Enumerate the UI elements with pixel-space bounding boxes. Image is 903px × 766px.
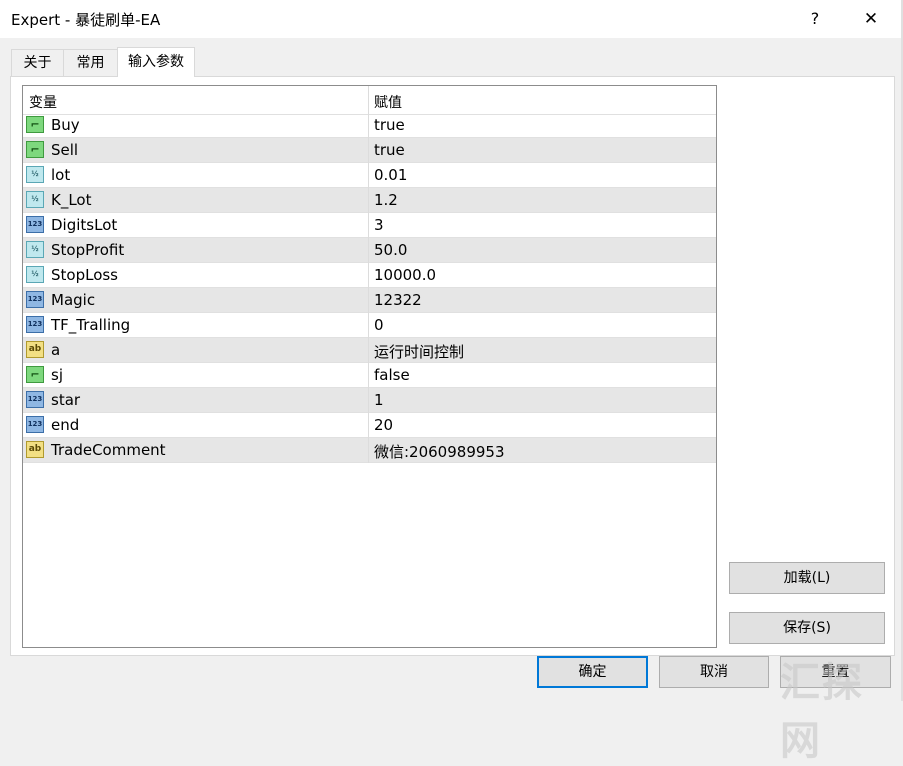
int-icon: 123 [26,391,44,408]
variable-value[interactable]: true [374,116,405,134]
table-row[interactable]: ⌐ Sell true [23,138,716,163]
watermark: 汇探网 [780,660,864,764]
variable-value[interactable]: 3 [374,216,384,234]
variable-value[interactable]: 50.0 [374,241,407,259]
table-row[interactable]: ½ StopProfit 50.0 [23,238,716,263]
table-row[interactable]: 123 DigitsLot 3 [23,213,716,238]
variable-name: StopLoss [51,266,119,284]
variable-value[interactable]: 0.01 [374,166,407,184]
ok-button[interactable]: 确定 [537,656,648,688]
tab-inputs[interactable]: 输入参数 [117,47,195,77]
double-icon: ½ [26,241,44,258]
variable-value[interactable]: 1 [374,391,384,409]
table-row[interactable]: ab a 运行时间控制 [23,338,716,363]
inputs-grid: 变量 赋值 ⌐ Buy true ⌐ Sell true ½ lot 0.01 ½ K_Lot 1.2… [22,85,717,648]
variable-value[interactable]: 12322 [374,291,422,309]
tab-about-label: 关于 [23,55,52,71]
title-bar: Expert - 暴徒刷单-EA ? ✕ [0,0,903,38]
column-header-variable[interactable]: 变量 [29,92,57,112]
save-button[interactable]: 保存(S) [729,612,885,644]
help-button[interactable]: ? [792,0,838,38]
variable-name: a [51,341,61,359]
variable-name: DigitsLot [51,216,118,234]
variable-value[interactable]: 10000.0 [374,266,436,284]
table-row[interactable]: ⌐ sj false [23,363,716,388]
string-icon: ab [26,341,44,358]
bool-icon: ⌐ [26,141,44,158]
table-row[interactable]: ½ lot 0.01 [23,163,716,188]
variable-name: Buy [51,116,80,134]
int-icon: 123 [26,316,44,333]
variable-name: K_Lot [51,191,92,209]
variable-name: Sell [51,141,79,159]
double-icon: ½ [26,266,44,283]
table-row[interactable]: 123 TF_Tralling 0 [23,313,716,338]
tab-common-label: 常用 [76,55,105,71]
variable-value[interactable]: false [374,366,410,384]
close-button[interactable]: ✕ [848,0,894,38]
string-icon: ab [26,441,44,458]
table-row[interactable]: ⌐ Buy true [23,113,716,138]
double-icon: ½ [26,191,44,208]
int-icon: 123 [26,291,44,308]
tab-common[interactable]: 常用 [63,49,118,76]
table-row[interactable]: 123 Magic 12322 [23,288,716,313]
window-title: Expert - 暴徒刷单-EA [11,11,161,29]
table-row[interactable]: 123 star 1 [23,388,716,413]
cancel-button[interactable]: 取消 [659,656,769,688]
tab-inputs-label: 输入参数 [128,54,184,70]
variable-name: star [51,391,81,409]
double-icon: ½ [26,166,44,183]
variable-value[interactable]: 0 [374,316,384,334]
int-icon: 123 [26,416,44,433]
variable-name: sj [51,366,63,384]
variable-name: lot [51,166,71,184]
table-row[interactable]: ab TradeComment 微信:2060989953 [23,438,716,463]
grid-header: 变量 赋值 [23,86,716,115]
bool-icon: ⌐ [26,366,44,383]
int-icon: 123 [26,216,44,233]
variable-name: TF_Tralling [51,316,131,334]
variable-name: TradeComment [51,441,166,459]
column-separator[interactable] [368,86,369,463]
variable-value[interactable]: 运行时间控制 [374,341,464,362]
bool-icon: ⌐ [26,116,44,133]
variable-value[interactable]: 20 [374,416,393,434]
variable-name: StopProfit [51,241,125,259]
table-row[interactable]: ½ StopLoss 10000.0 [23,263,716,288]
load-button[interactable]: 加载(L) [729,562,885,594]
tab-about[interactable]: 关于 [11,49,64,76]
grid-rows: ⌐ Buy true ⌐ Sell true ½ lot 0.01 ½ K_Lot 1.2 123 Dig… [23,113,716,463]
variable-value[interactable]: 微信:2060989953 [374,441,505,462]
variable-value[interactable]: true [374,141,405,159]
table-row[interactable]: 123 end 20 [23,413,716,438]
variable-value[interactable]: 1.2 [374,191,398,209]
variable-name: Magic [51,291,96,309]
table-row[interactable]: ½ K_Lot 1.2 [23,188,716,213]
column-header-value[interactable]: 赋值 [374,92,402,112]
variable-name: end [51,416,80,434]
